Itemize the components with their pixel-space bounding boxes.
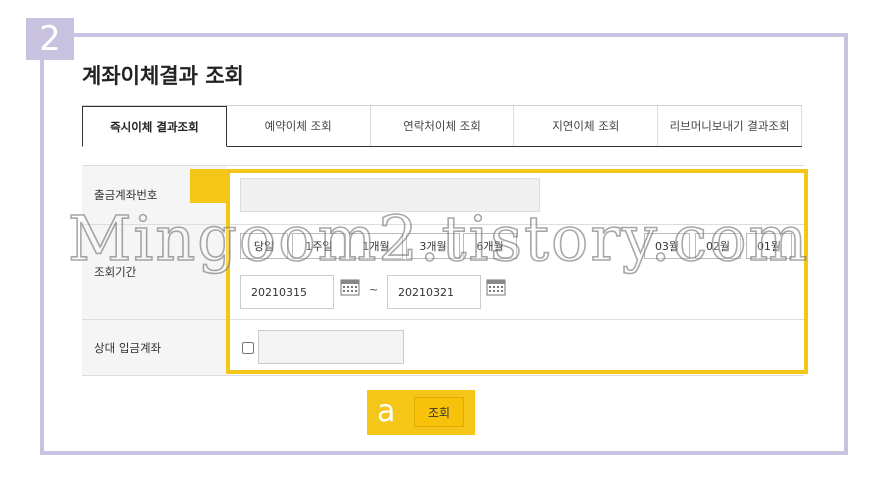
period-1week-button[interactable]: 1주일: [292, 233, 346, 259]
period-today-button[interactable]: 당일: [240, 233, 288, 259]
calendar-icon[interactable]: [486, 278, 506, 296]
tab-delayed-transfer[interactable]: 지연이체 조회: [514, 106, 659, 146]
target-account-input[interactable]: [258, 330, 404, 364]
search-button[interactable]: 조회: [414, 397, 464, 427]
period-value: 당일 1주일 1개월 3개월 6개월 03월 02월 01월 ~: [226, 225, 804, 319]
tab-libmoney-result[interactable]: 리브머니보내기 결과조회: [658, 106, 802, 146]
period-6month-button[interactable]: 6개월: [463, 233, 517, 259]
start-date-input[interactable]: [240, 275, 334, 309]
month-01-button[interactable]: 01월: [746, 233, 792, 259]
tab-contact-transfer[interactable]: 연락처이체 조회: [370, 106, 515, 146]
tab-scheduled-transfer[interactable]: 예약이체 조회: [226, 106, 371, 146]
callout-letter: a: [377, 394, 396, 429]
period-3month-button[interactable]: 3개월: [406, 233, 460, 259]
month-03-button[interactable]: 03월: [644, 233, 690, 259]
account-value: [226, 166, 804, 224]
tab-bar: 즉시이체 결과조회 예약이체 조회 연락처이체 조회 지연이체 조회 리브머니보…: [82, 105, 802, 147]
period-label: 조회기간: [82, 225, 226, 319]
calendar-icon[interactable]: [340, 278, 360, 296]
page-title: 계좌이체결과 조회: [82, 64, 244, 88]
target-account-checkbox[interactable]: [242, 342, 254, 354]
date-range-separator: ~: [369, 283, 379, 296]
tab-instant-transfer-result[interactable]: 즉시이체 결과조회: [82, 106, 227, 147]
end-date-input[interactable]: [387, 275, 481, 309]
step-badge: 2: [26, 18, 74, 60]
target-account-row: 상대 입금계좌: [82, 319, 804, 376]
search-callout: a 조회: [367, 390, 475, 435]
account-select[interactable]: [240, 178, 540, 212]
target-account-value: [226, 320, 804, 375]
target-account-label: 상대 입금계좌: [82, 320, 226, 375]
highlight-marker: [190, 169, 228, 203]
period-1month-button[interactable]: 1개월: [349, 233, 403, 259]
month-02-button[interactable]: 02월: [695, 233, 741, 259]
period-row: 조회기간 당일 1주일 1개월 3개월 6개월 03월 02월 01월 ~: [82, 224, 804, 319]
